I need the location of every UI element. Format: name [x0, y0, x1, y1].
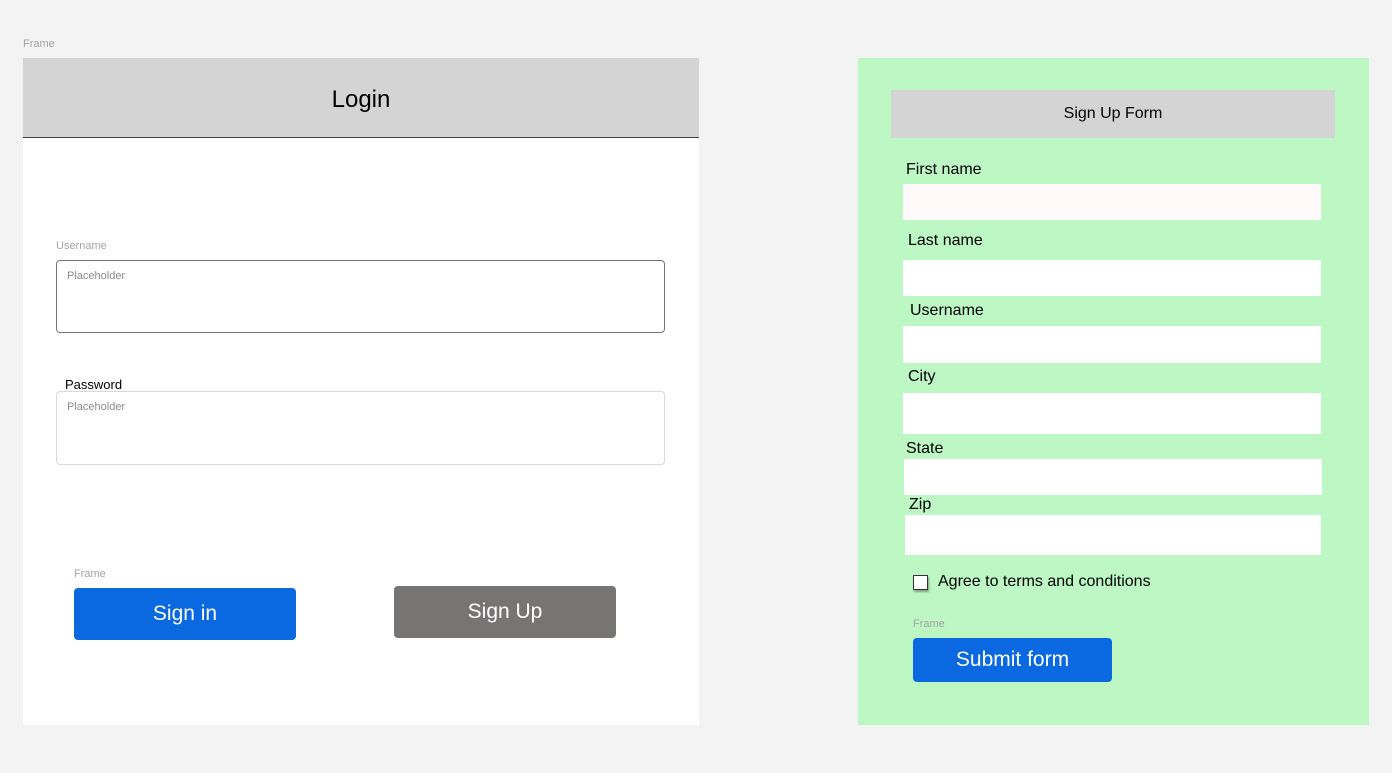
city-field[interactable]	[903, 393, 1321, 434]
submit-frame-label: Frame	[913, 618, 945, 630]
city-label: City	[908, 368, 936, 385]
username-label: Username	[910, 302, 984, 319]
signup-title: Sign Up Form	[1063, 105, 1163, 122]
first-name-field[interactable]	[903, 184, 1321, 220]
agree-checkbox[interactable]	[913, 575, 928, 590]
username-field[interactable]	[903, 326, 1321, 363]
password-placeholder: Placeholder	[67, 401, 126, 413]
last-name-label: Last name	[908, 232, 983, 249]
frame-label: Frame	[23, 38, 55, 50]
password-label: Password	[65, 377, 123, 392]
login-header: Login	[23, 58, 699, 138]
last-name-field[interactable]	[903, 260, 1321, 296]
username-label: Username	[56, 240, 107, 252]
signup-header: Sign Up Form	[891, 90, 1335, 138]
zip-label: Zip	[909, 496, 932, 513]
buttons-frame-label: Frame	[74, 568, 106, 580]
signup-frame: Sign Up Form First name Last name Userna…	[858, 58, 1369, 725]
first-name-label: First name	[906, 161, 982, 178]
agree-label: Agree to terms and conditions	[938, 573, 1151, 590]
password-input[interactable]: Placeholder	[56, 391, 665, 465]
sign-in-button[interactable]: Sign in	[74, 588, 296, 640]
login-frame: Login Username Placeholder Password Plac…	[23, 58, 699, 725]
zip-field[interactable]	[905, 515, 1321, 555]
username-input[interactable]: Placeholder	[56, 260, 665, 333]
sign-up-button[interactable]: Sign Up	[394, 586, 616, 638]
submit-form-button[interactable]: Submit form	[913, 638, 1112, 682]
state-label: State	[906, 440, 944, 457]
state-field[interactable]	[904, 459, 1322, 495]
username-placeholder: Placeholder	[67, 270, 126, 282]
page-title: Login	[331, 86, 391, 113]
